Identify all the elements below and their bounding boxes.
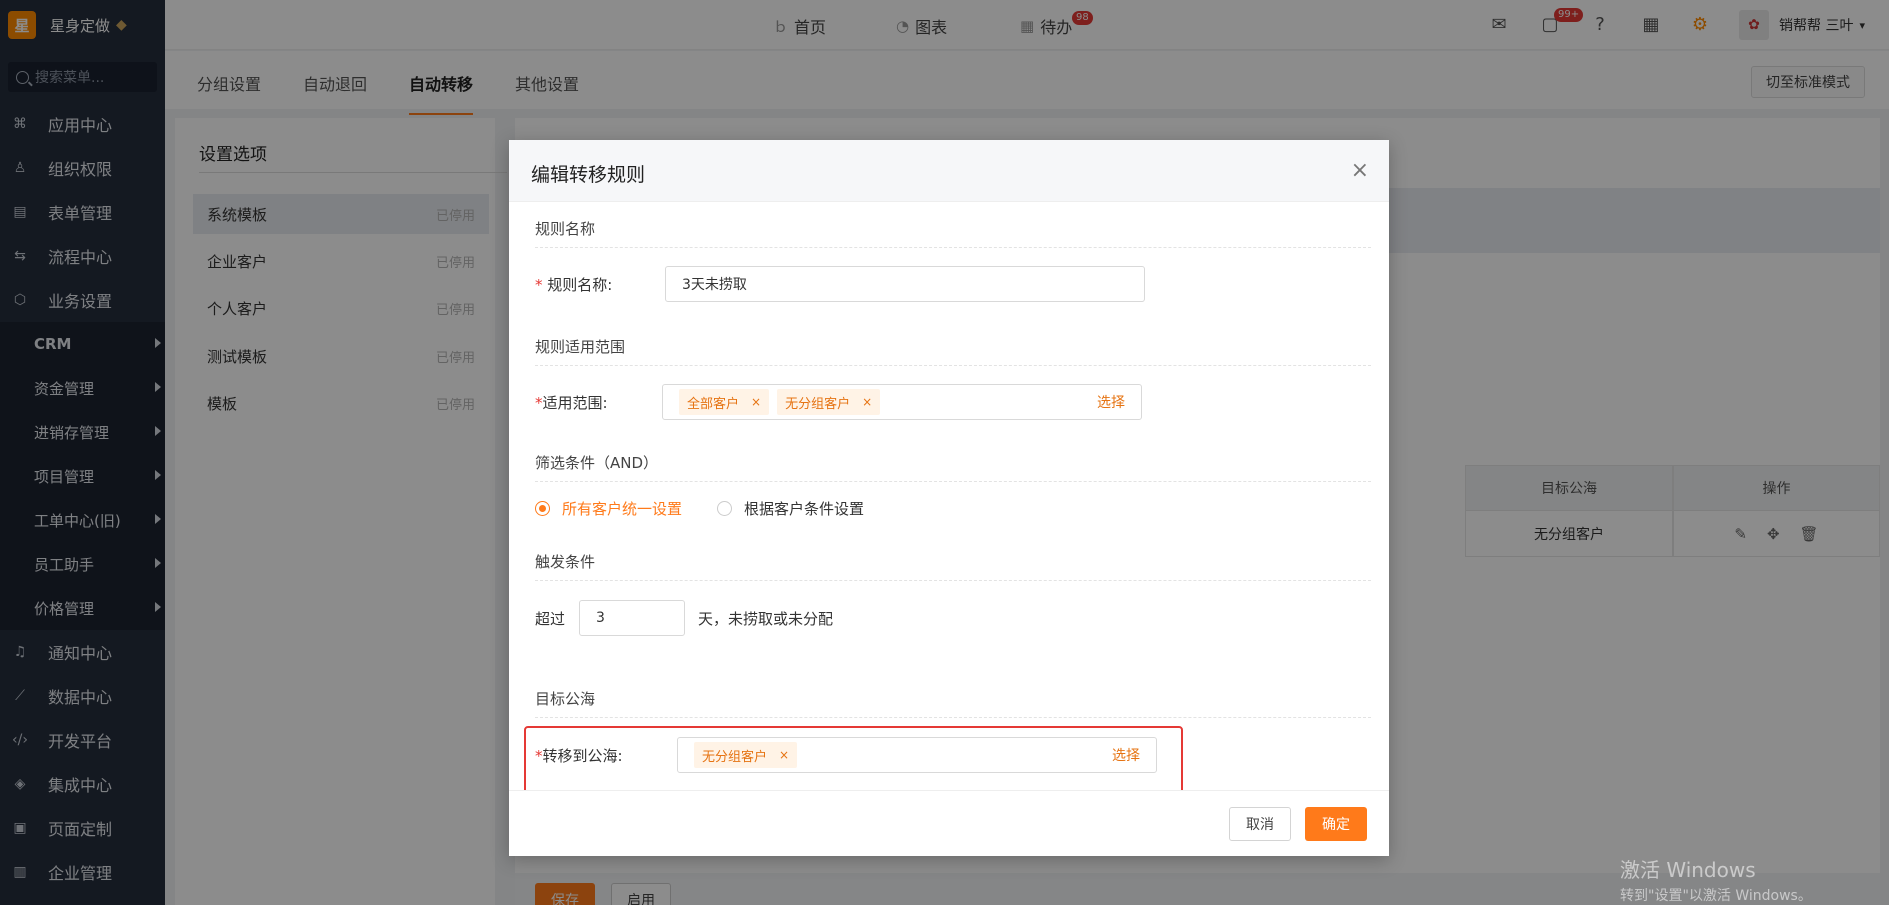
radio-label: 所有客户统一设置 (562, 500, 683, 518)
tag-close-icon[interactable]: × (862, 395, 872, 409)
tag-close-icon[interactable]: × (751, 395, 761, 409)
radio-by-condition[interactable]: 根据客户条件设置 (717, 498, 864, 519)
scope-select-link[interactable]: 选择 (1097, 392, 1125, 412)
label-text: 转移到公海: (542, 747, 623, 765)
tag-label: 无分组客户 (702, 749, 768, 765)
label-text: 适用范围: (542, 394, 608, 412)
required-mark: * (535, 747, 543, 765)
radio-label: 根据客户条件设置 (744, 500, 865, 518)
modal-title: 编辑转移规则 (531, 164, 646, 186)
tag-close-icon[interactable]: × (779, 748, 789, 762)
trigger-days-input[interactable]: 3 (579, 600, 685, 636)
scope-label: *适用范围: (535, 392, 608, 413)
section-filter: 筛选条件（AND） (535, 452, 1371, 482)
target-label: *转移到公海: (535, 745, 623, 766)
trigger-suffix: 天，未捞取或未分配 (698, 610, 834, 628)
rule-name-label: * 规则名称: (535, 274, 612, 295)
scope-select[interactable]: 全部客户 × 无分组客户 × 选择 (662, 384, 1142, 420)
section-trigger: 触发条件 (535, 551, 1371, 581)
rule-name-input[interactable]: 3天未捞取 (665, 266, 1145, 302)
target-pool-select[interactable]: 无分组客户 × 选择 (677, 737, 1157, 773)
required-mark: * (535, 394, 543, 412)
radio-checked-icon (535, 501, 550, 516)
radio-unchecked-icon (717, 501, 732, 516)
trigger-prefix: 超过 (535, 610, 566, 628)
modal-footer: 取消 确定 (509, 790, 1389, 856)
windows-activation-watermark: 激活 Windows 转到"设置"以激活 Windows。 (1620, 854, 1812, 905)
section-target: 目标公海 (535, 688, 1371, 718)
target-tag: 无分组客户 × (694, 742, 798, 768)
target-select-link[interactable]: 选择 (1112, 745, 1140, 765)
section-scope: 规则适用范围 (535, 336, 1371, 366)
tag-label: 全部客户 (687, 396, 740, 412)
watermark-line1: 激活 Windows (1620, 858, 1756, 882)
tag-label: 无分组客户 (785, 396, 851, 412)
confirm-button[interactable]: 确定 (1305, 807, 1367, 841)
cancel-button[interactable]: 取消 (1229, 807, 1291, 841)
scope-tag: 全部客户 × (679, 389, 770, 415)
section-rule-name: 规则名称 (535, 218, 1371, 248)
scope-tag: 无分组客户 × (777, 389, 881, 415)
required-mark: * (535, 276, 548, 294)
label-text: 规则名称: (547, 276, 613, 294)
radio-all-customers[interactable]: 所有客户统一设置 (535, 498, 682, 519)
edit-transfer-rule-modal: 编辑转移规则 × 规则名称 * 规则名称: 3天未捞取 规则适用范围 *适用范围… (509, 140, 1389, 856)
watermark-line2: 转到"设置"以激活 Windows。 (1620, 888, 1812, 904)
modal-header: 编辑转移规则 × (509, 140, 1389, 202)
close-icon[interactable]: × (1351, 158, 1369, 183)
